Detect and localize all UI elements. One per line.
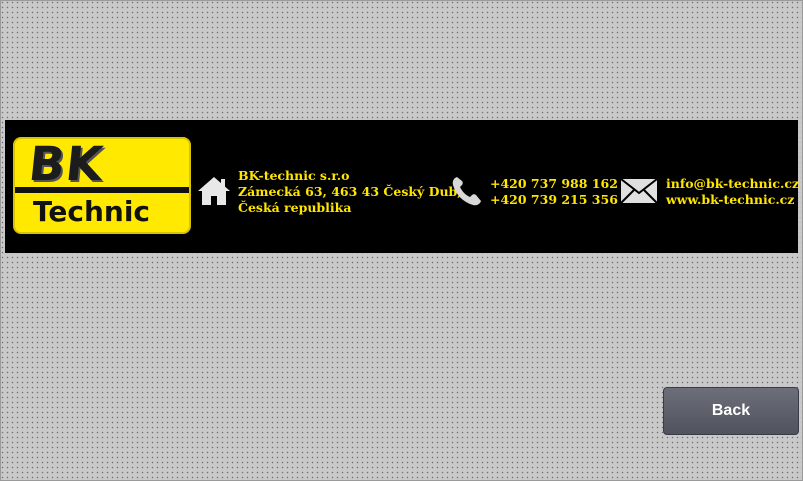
phone-number-2: +420 739 215 356 [490,192,618,207]
address-block: BK-technic s.r.o Zámecká 63, 463 43 Česk… [238,168,462,216]
company-name: BK-technic s.r.o [238,168,350,183]
email-link: info@bk-technic.cz [666,176,800,191]
phone-block: +420 737 988 162 +420 739 215 356 [490,176,618,208]
phone-number-1: +420 737 988 162 [490,176,618,191]
phone-icon [452,177,481,206]
logo-bk-text: BK [26,137,107,192]
bk-technic-logo: BK Technic [13,137,191,234]
envelope-icon [620,178,658,204]
street-address: Zámecká 63, 463 43 Český Dub, [238,184,462,199]
logo-technic-text: Technic [33,195,151,228]
country: Česká republika [238,200,352,215]
contact-banner: BK Technic BK-technic s.r.o Zámecká 63, … [5,120,799,253]
home-icon [198,177,230,205]
back-button[interactable]: Back [663,387,799,435]
logo-divider [15,187,189,193]
website-link: www.bk-technic.cz [666,192,795,207]
contact-block: info@bk-technic.cz www.bk-technic.cz [666,176,799,208]
